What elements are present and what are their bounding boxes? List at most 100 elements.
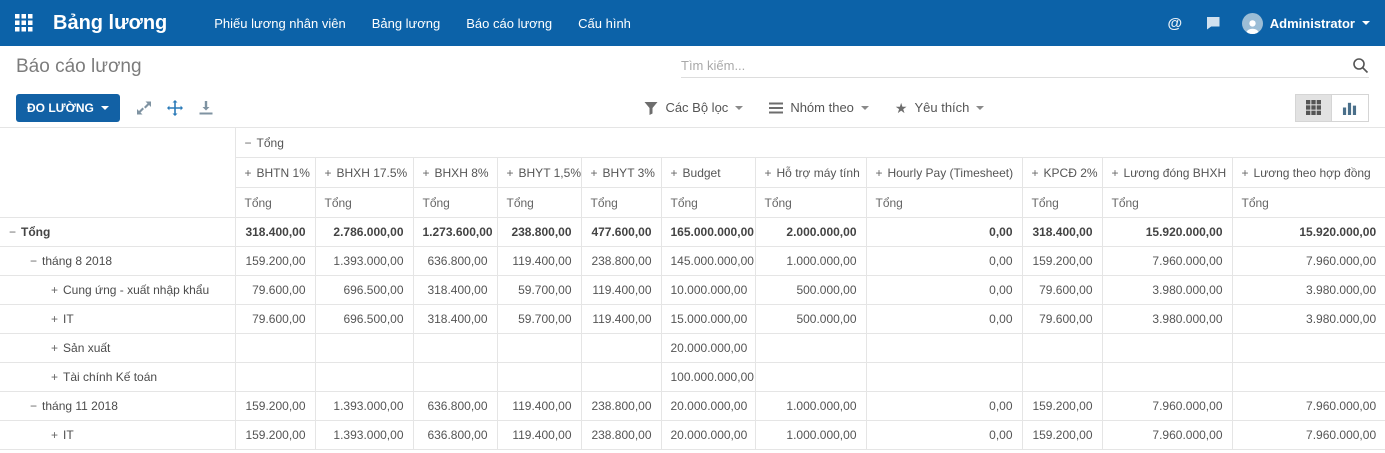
- expand-icon[interactable]: +: [245, 166, 252, 180]
- expand-icon[interactable]: +: [671, 166, 678, 180]
- pivot-cell: [754, 333, 867, 363]
- pivot-subtotal-header: Tổng: [496, 187, 582, 218]
- expand-icon[interactable]: +: [765, 166, 772, 180]
- pivot-cell: [234, 362, 316, 392]
- messages-icon[interactable]: [1204, 14, 1222, 32]
- pivot-cell: 15.000.000,00: [660, 304, 756, 334]
- pivot-row-label: tháng 8 2018: [42, 254, 113, 268]
- user-menu[interactable]: Administrator: [1241, 12, 1370, 34]
- pivot-cell: 3.980.000,00: [1231, 304, 1385, 334]
- measures-button[interactable]: ĐO LƯỜNG: [16, 93, 120, 122]
- group-by-lines-icon: [769, 101, 784, 115]
- top-menu-item-1[interactable]: Bảng lương: [359, 0, 454, 46]
- filters-menu[interactable]: Các Bộ lọc: [644, 100, 744, 115]
- pivot-cell: [1101, 362, 1233, 392]
- pivot-subtotal-header: Tổng: [1231, 187, 1385, 218]
- pivot-row-header[interactable]: + IT: [0, 304, 236, 334]
- pivot-measure-header-0[interactable]: + BHTN 1%: [235, 157, 316, 188]
- search-box: [681, 57, 1369, 78]
- pivot-row-header[interactable]: + IT: [0, 420, 236, 450]
- pivot-cell: 238.800,00: [580, 420, 662, 450]
- pivot-measure-header-5[interactable]: + Budget: [660, 157, 756, 188]
- pivot-row-header[interactable]: + Cung ứng - xuất nhập khẩu: [0, 275, 236, 305]
- collapse-icon[interactable]: −: [9, 225, 16, 239]
- expand-icon[interactable]: +: [325, 166, 332, 180]
- flip-axis-icon[interactable]: [136, 100, 152, 116]
- top-menu: Phiếu lương nhân viên Bảng lương Báo cáo l…: [201, 0, 644, 46]
- pivot-cell: [580, 333, 662, 363]
- page-subheader: Báo cáo lương: [0, 46, 1385, 88]
- download-icon[interactable]: [198, 100, 214, 116]
- pivot-measure-header-6[interactable]: + Hỗ trợ máy tính: [754, 157, 867, 188]
- favorites-menu[interactable]: ★ Yêu thích: [895, 100, 985, 115]
- top-menu-item-3[interactable]: Cấu hình: [565, 0, 644, 46]
- search-icon[interactable]: [1352, 57, 1369, 74]
- expand-icon[interactable]: +: [876, 166, 883, 180]
- collapse-icon[interactable]: −: [30, 399, 37, 413]
- pivot-measure-header-8[interactable]: + KPCĐ 2%: [1021, 157, 1103, 188]
- pivot-cell: 238.800,00: [580, 246, 662, 276]
- pivot-cell: 3.980.000,00: [1231, 275, 1385, 305]
- pivot-row-header[interactable]: − Tổng: [0, 217, 236, 247]
- pivot-row-7: + IT 159.200,00 1.393.000,00 636.800,00 119.4…: [0, 420, 1385, 450]
- group-by-menu[interactable]: Nhóm theo: [769, 100, 869, 115]
- pivot-row-6: − tháng 11 2018 159.200,00 1.393.000,00 636.…: [0, 391, 1385, 421]
- pivot-measure-header-1[interactable]: + BHXH 17.5%: [314, 157, 414, 188]
- expand-icon[interactable]: +: [51, 341, 58, 355]
- pivot-row-header[interactable]: − tháng 8 2018: [0, 246, 236, 276]
- pivot-cell: 0,00: [865, 420, 1023, 450]
- top-menu-item-0[interactable]: Phiếu lương nhân viên: [201, 0, 358, 46]
- search-input[interactable]: [681, 57, 1352, 73]
- expand-icon[interactable]: +: [51, 428, 58, 442]
- expand-icon[interactable]: +: [1242, 166, 1249, 180]
- expand-all-icon[interactable]: [166, 99, 183, 116]
- pivot-cell: [412, 362, 498, 392]
- collapse-icon[interactable]: −: [30, 254, 37, 268]
- pivot-measure-header-10[interactable]: + Lương theo hợp đồng: [1231, 157, 1385, 188]
- pivot-cell: 500.000,00: [754, 275, 867, 305]
- pivot-measure-header-9[interactable]: + Lương đóng BHXH: [1101, 157, 1233, 188]
- pivot-row-header[interactable]: − tháng 11 2018: [0, 391, 236, 421]
- pivot-cell: 159.200,00: [234, 246, 316, 276]
- pivot-measure-header-3[interactable]: + BHYT 1,5%: [496, 157, 582, 188]
- pivot-cell: 79.600,00: [234, 304, 316, 334]
- expand-icon[interactable]: +: [51, 283, 58, 297]
- pivot-row-label: IT: [63, 312, 74, 326]
- expand-icon[interactable]: +: [1112, 166, 1119, 180]
- pivot-cell: 79.600,00: [1021, 275, 1103, 305]
- collapse-icon[interactable]: −: [245, 136, 252, 150]
- pivot-cell: 7.960.000,00: [1231, 246, 1385, 276]
- pivot-measure-label: Lương theo hợp đồng: [1253, 165, 1371, 180]
- star-icon: ★: [894, 99, 908, 116]
- pivot-view-button[interactable]: [1294, 93, 1332, 122]
- pivot-measure-header-2[interactable]: + BHXH 8%: [412, 157, 498, 188]
- graph-view-button[interactable]: [1331, 93, 1369, 122]
- chevron-down-icon: [976, 105, 985, 110]
- chevron-down-icon: [860, 105, 869, 110]
- pivot-measure-header-7[interactable]: + Hourly Pay (Timesheet): [865, 157, 1023, 188]
- mentions-icon[interactable]: @: [1166, 14, 1184, 32]
- pivot-cell: [1021, 362, 1103, 392]
- expand-icon[interactable]: +: [51, 370, 58, 384]
- apps-menu-icon[interactable]: [15, 12, 37, 34]
- expand-icon[interactable]: +: [507, 166, 514, 180]
- pivot-cell: 119.400,00: [580, 304, 662, 334]
- pivot-row-header[interactable]: + Sản xuất: [0, 333, 236, 363]
- pivot-measure-header-4[interactable]: + BHYT 3%: [580, 157, 662, 188]
- app-title[interactable]: Bảng lương: [53, 12, 167, 35]
- pivot-column-group-header[interactable]: − Tổng: [234, 127, 1385, 158]
- pivot-cell: [314, 333, 414, 363]
- pivot-cell: [234, 333, 316, 363]
- pivot-row-header[interactable]: + Tài chính Kế toán: [0, 362, 236, 392]
- expand-icon[interactable]: +: [51, 312, 58, 326]
- top-menu-item-2[interactable]: Báo cáo lương: [453, 0, 565, 46]
- measures-button-label: ĐO LƯỜNG: [27, 100, 94, 115]
- chevron-down-icon: [1362, 21, 1370, 25]
- expand-icon[interactable]: +: [423, 166, 430, 180]
- pivot-row-label: Cung ứng - xuất nhập khẩu: [63, 283, 210, 297]
- pivot-row-label: Tổng: [21, 225, 51, 239]
- filter-funnel-icon: [644, 101, 658, 115]
- expand-icon[interactable]: +: [591, 166, 598, 180]
- expand-icon[interactable]: +: [1032, 166, 1039, 180]
- pivot-cell: 1.000.000,00: [754, 420, 867, 450]
